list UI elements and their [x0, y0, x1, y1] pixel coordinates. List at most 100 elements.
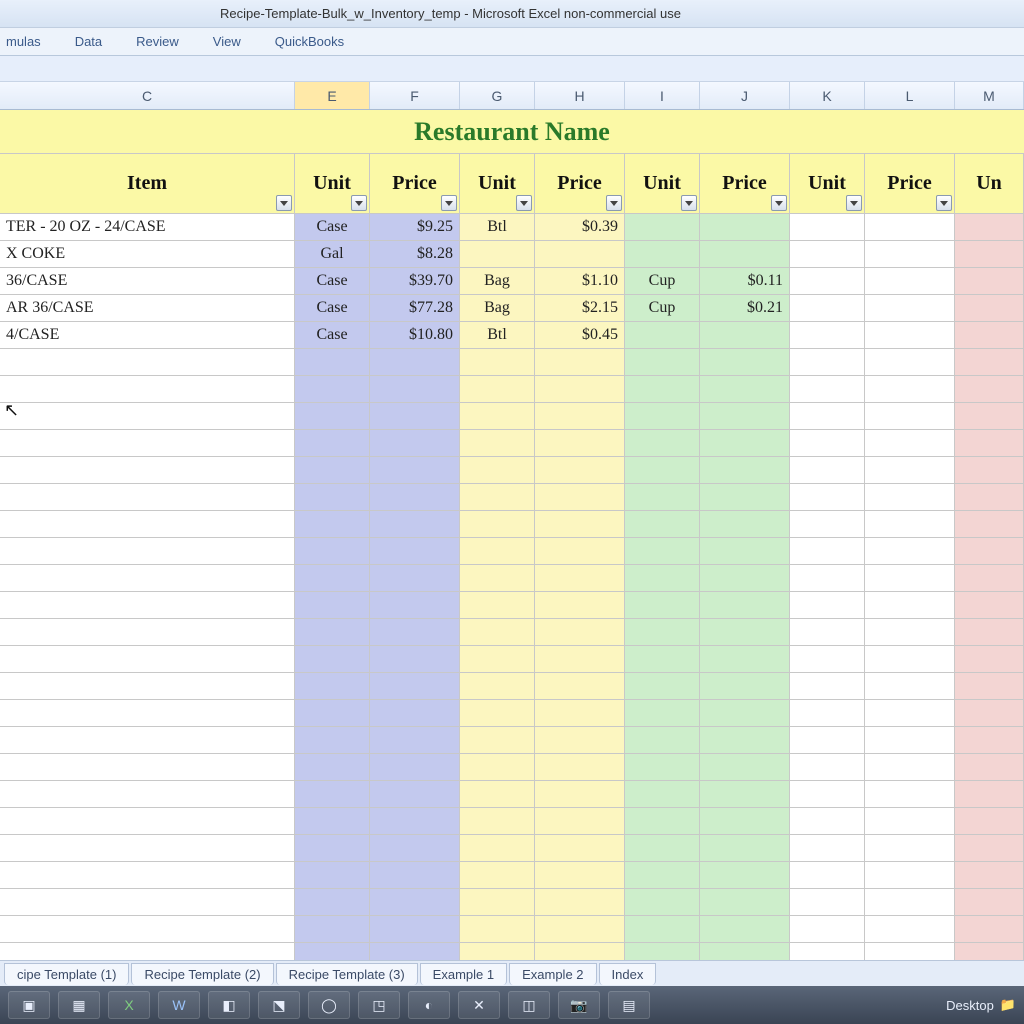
cell[interactable]: $1.10: [535, 268, 625, 294]
cell[interactable]: [295, 646, 370, 672]
cell[interactable]: [370, 808, 460, 834]
cell[interactable]: [700, 700, 790, 726]
table-row[interactable]: [0, 781, 1024, 808]
cell[interactable]: [370, 430, 460, 456]
table-row[interactable]: AR 36/CASECase$77.28Bag$2.15Cup$0.21: [0, 295, 1024, 322]
cell[interactable]: [535, 349, 625, 375]
cell[interactable]: [625, 835, 700, 861]
cell[interactable]: Case: [295, 295, 370, 321]
header-price-2[interactable]: Price: [535, 154, 625, 213]
cell[interactable]: [625, 322, 700, 348]
cell[interactable]: Cup: [625, 268, 700, 294]
filter-icon[interactable]: [606, 195, 622, 211]
cell[interactable]: [295, 700, 370, 726]
cell[interactable]: [370, 916, 460, 942]
taskbar-app-icon[interactable]: ⬔: [258, 991, 300, 1019]
cell[interactable]: [625, 808, 700, 834]
cell[interactable]: [790, 619, 865, 645]
cell[interactable]: $8.28: [370, 241, 460, 267]
cell[interactable]: [790, 754, 865, 780]
header-price-3[interactable]: Price: [700, 154, 790, 213]
cell[interactable]: [955, 592, 1024, 618]
cell[interactable]: [790, 862, 865, 888]
table-row[interactable]: [0, 646, 1024, 673]
cell[interactable]: [865, 457, 955, 483]
cell[interactable]: [865, 538, 955, 564]
table-row[interactable]: [0, 862, 1024, 889]
cell[interactable]: [625, 214, 700, 240]
cell[interactable]: [460, 349, 535, 375]
table-row[interactable]: 36/CASECase$39.70Bag$1.10Cup$0.11: [0, 268, 1024, 295]
cell[interactable]: [700, 349, 790, 375]
cell[interactable]: [865, 592, 955, 618]
cell[interactable]: [295, 673, 370, 699]
cell[interactable]: [700, 673, 790, 699]
cell[interactable]: [790, 916, 865, 942]
cell[interactable]: $0.45: [535, 322, 625, 348]
taskbar-app-icon[interactable]: ◫: [508, 991, 550, 1019]
cell[interactable]: [370, 700, 460, 726]
cell[interactable]: [295, 538, 370, 564]
cell[interactable]: [460, 457, 535, 483]
col-header-h[interactable]: H: [535, 82, 625, 109]
cell[interactable]: [790, 889, 865, 915]
cell[interactable]: [295, 889, 370, 915]
cell[interactable]: [865, 619, 955, 645]
sheet-tab[interactable]: Recipe Template (3): [276, 963, 418, 985]
cell[interactable]: [625, 673, 700, 699]
table-row[interactable]: [0, 403, 1024, 430]
cell[interactable]: [460, 484, 535, 510]
cell[interactable]: [625, 781, 700, 807]
cell[interactable]: [460, 592, 535, 618]
cell[interactable]: [700, 646, 790, 672]
cell[interactable]: [700, 241, 790, 267]
cell[interactable]: [955, 295, 1024, 321]
cell[interactable]: [0, 808, 295, 834]
cell[interactable]: [955, 349, 1024, 375]
table-row[interactable]: [0, 673, 1024, 700]
cell[interactable]: [790, 673, 865, 699]
cell[interactable]: [535, 673, 625, 699]
cell[interactable]: [700, 430, 790, 456]
cell[interactable]: [790, 376, 865, 402]
cell[interactable]: [700, 511, 790, 537]
cell[interactable]: [625, 403, 700, 429]
filter-icon[interactable]: [771, 195, 787, 211]
cell[interactable]: [295, 916, 370, 942]
taskbar-app-icon[interactable]: ◐: [408, 991, 450, 1019]
cell[interactable]: [295, 349, 370, 375]
cell[interactable]: Btl: [460, 214, 535, 240]
cell[interactable]: $0.21: [700, 295, 790, 321]
cell[interactable]: [535, 592, 625, 618]
table-row[interactable]: [0, 592, 1024, 619]
cell[interactable]: [700, 916, 790, 942]
cell[interactable]: [700, 484, 790, 510]
cell[interactable]: [0, 700, 295, 726]
cell[interactable]: [370, 403, 460, 429]
cell[interactable]: [370, 592, 460, 618]
cell[interactable]: [790, 484, 865, 510]
cell[interactable]: [865, 808, 955, 834]
cell[interactable]: [535, 619, 625, 645]
cell[interactable]: [790, 646, 865, 672]
table-row[interactable]: [0, 889, 1024, 916]
cell[interactable]: [955, 538, 1024, 564]
cell[interactable]: [625, 484, 700, 510]
cell[interactable]: [370, 565, 460, 591]
cell[interactable]: [955, 268, 1024, 294]
cell[interactable]: [790, 457, 865, 483]
cell[interactable]: [625, 889, 700, 915]
cell[interactable]: [460, 808, 535, 834]
cell[interactable]: [295, 835, 370, 861]
cell[interactable]: [0, 457, 295, 483]
table-row[interactable]: [0, 376, 1024, 403]
cell[interactable]: [535, 241, 625, 267]
cell[interactable]: [460, 916, 535, 942]
cell[interactable]: [790, 538, 865, 564]
cell[interactable]: [700, 538, 790, 564]
cell[interactable]: [700, 835, 790, 861]
cell[interactable]: [535, 781, 625, 807]
spreadsheet-body[interactable]: Restaurant Name Item Unit Price Unit Pri…: [0, 110, 1024, 970]
cell[interactable]: [370, 349, 460, 375]
cell[interactable]: [955, 457, 1024, 483]
